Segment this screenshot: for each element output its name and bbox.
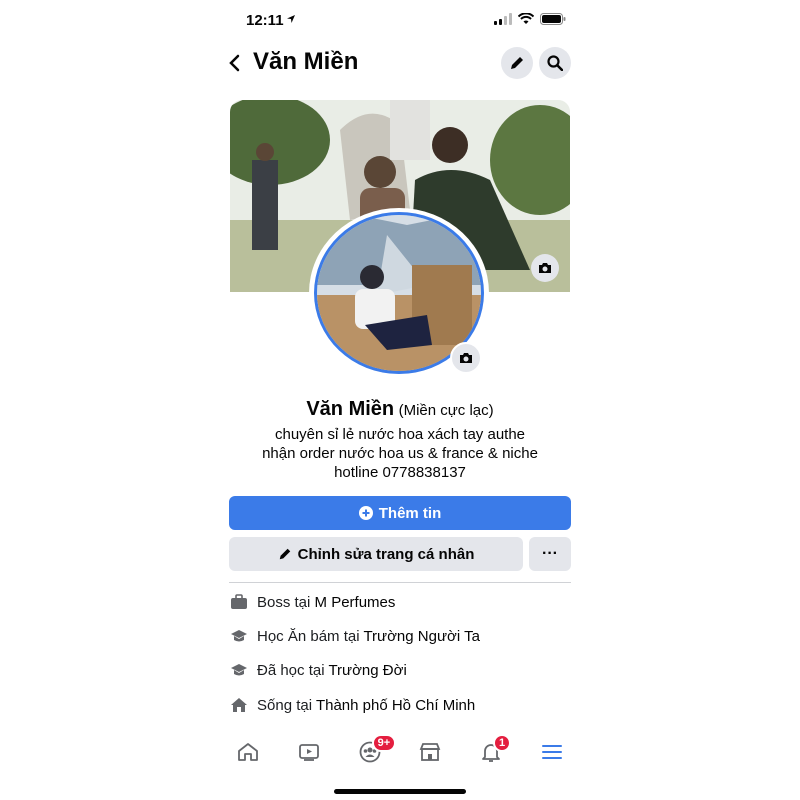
wifi-icon xyxy=(518,13,534,24)
detail-prefix: Học Ăn bám tại xyxy=(257,627,364,645)
pencil-icon xyxy=(511,57,523,69)
detail-education: Học Ăn bám tại Trường Người Ta xyxy=(229,626,480,646)
edit-button[interactable] xyxy=(501,47,533,79)
profile-nickname: (Miền cực lạc) xyxy=(398,402,494,419)
detail-prefix: Đã học tại xyxy=(257,661,329,679)
video-icon xyxy=(299,744,319,761)
chevron-left-icon xyxy=(229,54,240,72)
detail-value[interactable]: Trường Đời xyxy=(328,662,406,679)
menu-icon xyxy=(541,745,562,759)
profile-name-row: Văn Miền (Miền cực lạc) xyxy=(0,398,800,421)
avatar-camera-button[interactable] xyxy=(450,342,482,374)
plus-circle-icon xyxy=(358,506,373,520)
camera-icon xyxy=(539,263,551,273)
detail-prefix: Boss tại xyxy=(257,593,315,611)
edit-profile-label: Chỉnh sửa trang cá nhân xyxy=(297,545,475,563)
bio-line: nhận order nước hoa us & france & niche xyxy=(262,445,538,462)
briefcase-icon xyxy=(229,592,249,612)
bio-line: chuyên sỉ lẻ nước hoa xách tay authe xyxy=(274,426,526,443)
location-arrow-icon xyxy=(287,15,295,23)
detail-value[interactable]: Thành phố Hồ Chí Minh xyxy=(316,697,475,714)
bottom-tab-bar: 9+ 1 xyxy=(218,732,582,772)
detail-location: Sống tại Thành phố Hồ Chí Minh xyxy=(229,695,475,715)
search-icon xyxy=(547,55,563,71)
store-icon xyxy=(419,743,441,761)
graduation-cap-icon xyxy=(229,626,249,646)
bio-line: hotline 0778838137 xyxy=(334,464,466,481)
page-title: Văn Miền xyxy=(253,48,359,75)
tab-marketplace[interactable] xyxy=(410,732,450,772)
back-button[interactable] xyxy=(222,50,246,76)
detail-prefix: Sống tại xyxy=(257,696,316,714)
home-icon xyxy=(238,743,259,761)
detail-work: Boss tại M Perfumes xyxy=(229,592,395,612)
status-indicators xyxy=(494,13,566,25)
detail-value[interactable]: M Perfumes xyxy=(315,594,396,611)
signal-icon xyxy=(494,13,512,25)
profile-name: Văn Miền xyxy=(306,398,395,420)
divider xyxy=(229,582,571,583)
battery-icon xyxy=(540,13,566,25)
pencil-icon xyxy=(279,548,290,560)
detail-value[interactable]: Trường Người Ta xyxy=(363,628,479,645)
detail-education: Đã học tại Trường Đời xyxy=(229,660,407,680)
house-icon xyxy=(229,695,249,715)
edit-profile-button[interactable]: Chỉnh sửa trang cá nhân xyxy=(229,537,523,571)
camera-icon xyxy=(460,353,472,363)
add-story-button[interactable]: Thêm tin xyxy=(229,496,571,530)
notifications-badge: 1 xyxy=(492,734,512,752)
tab-notifications[interactable]: 1 xyxy=(471,732,512,772)
tab-home[interactable] xyxy=(228,732,268,772)
more-options-button[interactable]: ··· xyxy=(529,537,571,571)
more-icon: ··· xyxy=(542,545,558,562)
status-time: 12:11 xyxy=(246,12,284,29)
add-story-label: Thêm tin xyxy=(378,504,442,522)
cover-camera-button[interactable] xyxy=(531,254,559,282)
home-indicator xyxy=(334,789,466,794)
tab-menu[interactable] xyxy=(532,732,572,772)
search-button[interactable] xyxy=(539,47,571,79)
tab-watch[interactable] xyxy=(289,732,329,772)
groups-badge: 9+ xyxy=(371,734,397,752)
graduation-cap-icon xyxy=(229,660,249,680)
tab-groups[interactable]: 9+ xyxy=(350,732,397,772)
